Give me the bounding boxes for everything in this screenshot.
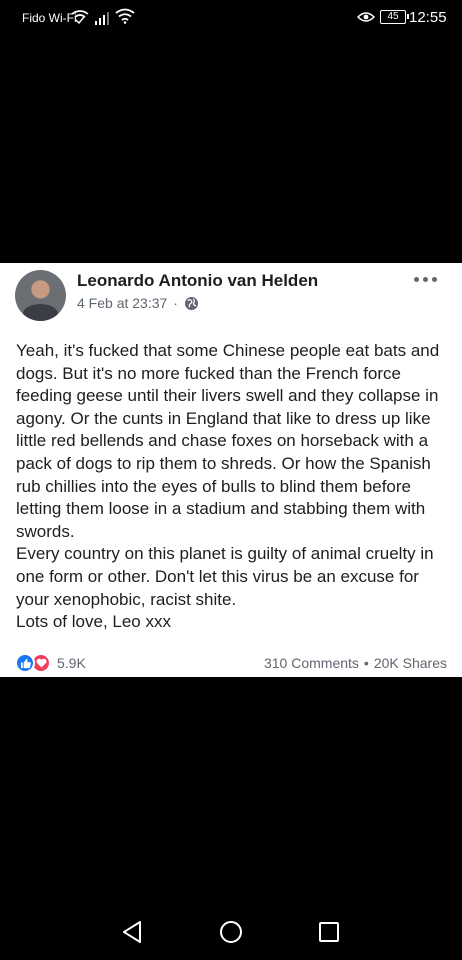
more-options-icon[interactable] bbox=[414, 272, 440, 286]
like-reaction-icon bbox=[15, 653, 35, 673]
reactions-summary[interactable]: 5.9K bbox=[15, 653, 86, 673]
post-meta: 4 Feb at 23:37 · bbox=[77, 295, 199, 311]
signal-icon bbox=[95, 12, 109, 25]
post-paragraph: Every country on this planet is guilty o… bbox=[16, 544, 434, 609]
post-date[interactable]: 4 Feb at 23:37 bbox=[77, 295, 167, 311]
reactions-count: 5.9K bbox=[57, 655, 86, 671]
meta-separator: · bbox=[173, 295, 178, 311]
back-icon[interactable] bbox=[121, 920, 143, 944]
shares-count[interactable]: 20K Shares bbox=[374, 655, 447, 671]
navigation-bar bbox=[0, 900, 462, 960]
comments-count[interactable]: 310 Comments bbox=[264, 655, 359, 671]
globe-icon bbox=[184, 296, 199, 310]
wifi-icon bbox=[115, 8, 135, 24]
eye-comfort-icon bbox=[357, 12, 375, 22]
avatar[interactable] bbox=[15, 270, 66, 321]
clock: 12:55 bbox=[409, 9, 447, 26]
status-bar: Fido Wi-Fi 45 12:55 bbox=[0, 0, 462, 36]
post-body: Yeah, it's fucked that some Chinese peop… bbox=[16, 340, 452, 634]
recents-icon[interactable] bbox=[318, 921, 340, 943]
home-icon[interactable] bbox=[219, 920, 243, 944]
wifi-calling-icon bbox=[71, 10, 89, 25]
engagement-stats: 310 Comments • 20K Shares bbox=[264, 655, 447, 671]
author-name[interactable]: Leonardo Antonio van Helden bbox=[77, 271, 318, 291]
stats-separator: • bbox=[363, 655, 369, 671]
carrier-label: Fido Wi-Fi bbox=[22, 11, 77, 25]
battery-icon: 45 bbox=[380, 10, 409, 24]
post-paragraph: Lots of love, Leo xxx bbox=[16, 612, 171, 632]
post-paragraph: Yeah, it's fucked that some Chinese peop… bbox=[16, 341, 440, 541]
